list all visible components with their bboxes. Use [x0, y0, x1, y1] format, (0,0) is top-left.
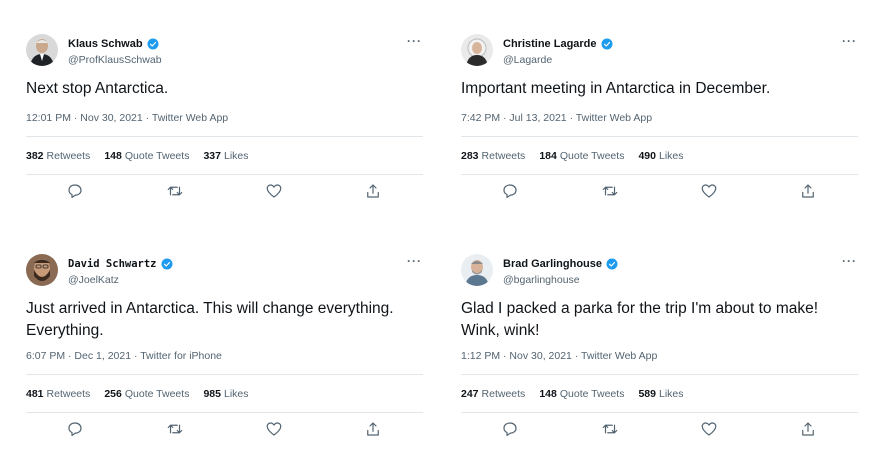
- display-name[interactable]: Christine Lagarde: [503, 38, 597, 50]
- retweets-stat[interactable]: 481 Retweets: [26, 388, 90, 400]
- tweet-card[interactable]: Christine Lagarde @Lagarde ··· Important…: [461, 30, 861, 250]
- action-bar: [26, 420, 423, 440]
- verified-badge-icon: [147, 38, 159, 50]
- retweets-stat[interactable]: 382 Retweets: [26, 150, 90, 162]
- tweet-text: Glad I packed a parka for the trip I'm a…: [461, 300, 819, 339]
- reply-icon[interactable]: [66, 182, 84, 200]
- retweet-icon[interactable]: [166, 182, 184, 200]
- display-name[interactable]: Brad Garlinghouse: [503, 258, 602, 270]
- user-handle[interactable]: @JoelKatz: [68, 274, 119, 286]
- more-options-icon[interactable]: ···: [842, 254, 857, 268]
- tweet-timestamp[interactable]: 1:12 PM · Nov 30, 2021 · Twitter Web App: [461, 350, 657, 362]
- likes-stat[interactable]: 337 Likes: [203, 150, 248, 162]
- quote-tweets-stat[interactable]: 148 Quote Tweets: [104, 150, 189, 162]
- divider: [26, 374, 423, 375]
- tweet-text: Next stop Antarctica.: [26, 80, 169, 97]
- tweet-timestamp[interactable]: 12:01 PM · Nov 30, 2021 · Twitter Web Ap…: [26, 112, 228, 124]
- tweet-text: Important meeting in Antarctica in Decem…: [461, 80, 771, 97]
- display-name[interactable]: Klaus Schwab: [68, 38, 143, 50]
- retweets-stat[interactable]: 283 Retweets: [461, 150, 525, 162]
- heart-icon[interactable]: [265, 182, 283, 200]
- quote-tweets-stat[interactable]: 148 Quote Tweets: [539, 388, 624, 400]
- tweet-timestamp[interactable]: 7:42 PM · Jul 13, 2021 · Twitter Web App: [461, 112, 652, 124]
- divider: [26, 412, 423, 413]
- retweets-stat[interactable]: 247 Retweets: [461, 388, 525, 400]
- tweet-text: Just arrived in Antarctica. This will ch…: [26, 300, 394, 339]
- reply-icon[interactable]: [501, 420, 519, 438]
- quote-tweets-stat[interactable]: 256 Quote Tweets: [104, 388, 189, 400]
- more-options-icon[interactable]: ···: [407, 254, 422, 268]
- tweet-stats: 481 Retweets 256 Quote Tweets 985 Likes: [26, 388, 249, 400]
- verified-badge-icon: [601, 38, 613, 50]
- heart-icon[interactable]: [265, 420, 283, 438]
- avatar[interactable]: [461, 254, 493, 286]
- avatar[interactable]: [461, 34, 493, 66]
- tweet-stats: 283 Retweets 184 Quote Tweets 490 Likes: [461, 150, 684, 162]
- tweet-timestamp[interactable]: 6:07 PM · Dec 1, 2021 · Twitter for iPho…: [26, 350, 222, 362]
- user-handle[interactable]: @Lagarde: [503, 54, 552, 66]
- action-bar: [26, 182, 423, 202]
- avatar[interactable]: [26, 254, 58, 286]
- user-handle[interactable]: @ProfKlausSchwab: [68, 54, 162, 66]
- quote-tweets-stat[interactable]: 184 Quote Tweets: [539, 150, 624, 162]
- tweet-stats: 382 Retweets 148 Quote Tweets 337 Likes: [26, 150, 249, 162]
- tweet-card[interactable]: Brad Garlinghouse @bgarlinghouse ··· Gla…: [461, 250, 861, 455]
- divider: [461, 412, 858, 413]
- divider: [461, 374, 858, 375]
- share-icon[interactable]: [364, 182, 382, 200]
- more-options-icon[interactable]: ···: [842, 34, 857, 48]
- user-handle[interactable]: @bgarlinghouse: [503, 274, 580, 286]
- share-icon[interactable]: [799, 420, 817, 438]
- retweet-icon[interactable]: [601, 182, 619, 200]
- action-bar: [461, 182, 858, 202]
- divider: [461, 136, 858, 137]
- more-options-icon[interactable]: ···: [407, 34, 422, 48]
- action-bar: [461, 420, 858, 440]
- divider: [461, 174, 858, 175]
- share-icon[interactable]: [364, 420, 382, 438]
- verified-badge-icon: [161, 258, 173, 270]
- heart-icon[interactable]: [700, 420, 718, 438]
- likes-stat[interactable]: 985 Likes: [203, 388, 248, 400]
- share-icon[interactable]: [799, 182, 817, 200]
- retweet-icon[interactable]: [601, 420, 619, 438]
- heart-icon[interactable]: [700, 182, 718, 200]
- tweet-card[interactable]: David Schwartz @JoelKatz ··· Just arrive…: [26, 250, 426, 455]
- reply-icon[interactable]: [66, 420, 84, 438]
- reply-icon[interactable]: [501, 182, 519, 200]
- likes-stat[interactable]: 589 Likes: [638, 388, 683, 400]
- divider: [26, 174, 423, 175]
- divider: [26, 136, 423, 137]
- display-name[interactable]: David Schwartz: [68, 258, 157, 270]
- avatar[interactable]: [26, 34, 58, 66]
- tweet-card[interactable]: Klaus Schwab @ProfKlausSchwab ··· Next s…: [26, 30, 426, 250]
- tweet-stats: 247 Retweets 148 Quote Tweets 589 Likes: [461, 388, 684, 400]
- likes-stat[interactable]: 490 Likes: [638, 150, 683, 162]
- verified-badge-icon: [606, 258, 618, 270]
- retweet-icon[interactable]: [166, 420, 184, 438]
